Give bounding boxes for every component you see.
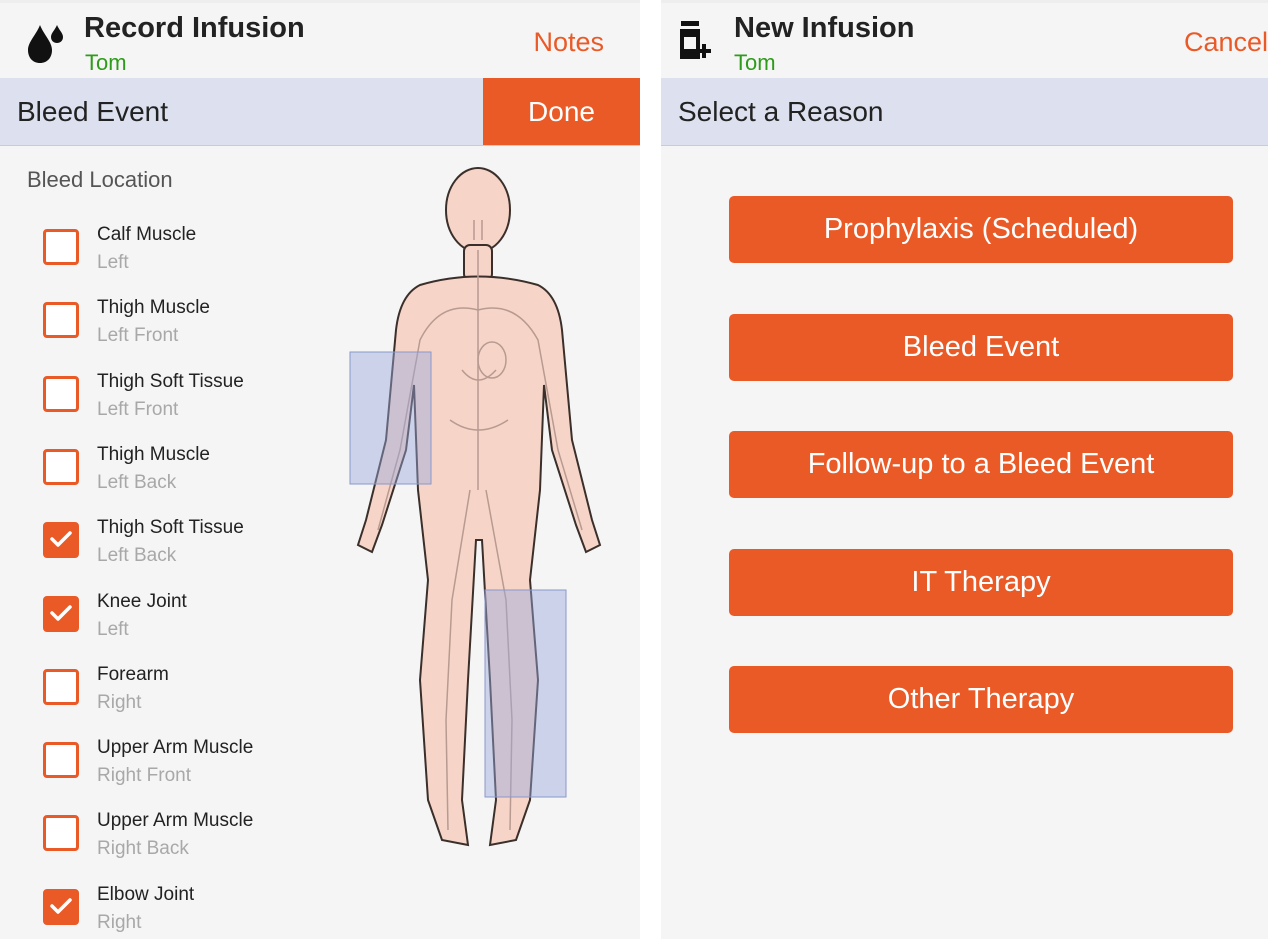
screen-title: Record Infusion [84,12,305,44]
reason-button[interactable]: Other Therapy [729,666,1233,733]
bleed-location-row[interactable]: Thigh Soft Tissue Left Back [0,517,330,587]
checkbox-unchecked[interactable] [43,668,79,705]
record-infusion-screen: Record Infusion Tom Notes Bleed Event Do… [0,0,640,939]
location-side: Left Front [97,398,179,420]
location-name: Thigh Muscle [97,297,210,319]
location-name: Upper Arm Muscle [97,810,254,832]
section-title: Bleed Event [17,96,168,127]
section-header: Bleed Event Done [0,78,640,146]
notes-button[interactable]: Notes [533,27,604,58]
patient-name: Tom [85,50,127,75]
location-side: Left Back [97,471,177,493]
cancel-button[interactable]: Cancel [1184,27,1268,58]
location-side: Left Front [97,325,179,347]
location-name: Calf Muscle [97,224,197,245]
checkbox-unchecked[interactable] [43,448,79,485]
medicine-vial-add-icon [680,21,711,59]
reason-button[interactable]: IT Therapy [729,548,1233,616]
app-bar: New Infusion Tom Cancel [661,0,1268,78]
checkbox-unchecked[interactable] [43,302,79,339]
location-side: Left [97,252,129,273]
screen-title: New Infusion [734,12,915,44]
location-side: Right [97,691,142,713]
reason-button[interactable]: Prophylaxis (Scheduled) [729,196,1233,263]
location-name: Knee Joint [97,590,187,612]
blood-drop-icon [28,25,63,63]
checkbox-checked[interactable] [43,522,79,559]
check-icon [50,604,72,621]
highlight-left-thigh-knee [484,589,567,798]
highlight-right-forearm [349,351,432,485]
location-side: Right Back [97,838,189,860]
checkbox-unchecked[interactable] [43,229,79,265]
bleed-location-row[interactable]: Thigh Muscle Left Back [0,444,330,514]
bleed-location-row[interactable]: Knee Joint Left [0,591,330,661]
check-icon [50,897,72,914]
location-name: Upper Arm Muscle [97,737,254,759]
bleed-location-row[interactable]: Upper Arm Muscle Right Front [0,737,330,807]
location-name: Elbow Joint [97,883,195,905]
body-diagram[interactable] [330,160,635,875]
checkbox-unchecked[interactable] [43,815,79,852]
bleed-location-row[interactable]: Thigh Soft Tissue Left Front [0,371,330,441]
bleed-location-row[interactable]: Thigh Muscle Left Front [0,297,330,367]
location-name: Thigh Soft Tissue [97,517,244,539]
reason-button[interactable]: Bleed Event [729,313,1233,381]
new-infusion-screen: New Infusion Tom Cancel Select a Reason … [661,0,1268,939]
checkbox-unchecked[interactable] [43,742,79,779]
app-bar: Record Infusion Tom Notes [0,0,640,78]
section-header: Select a Reason [661,78,1268,146]
location-side: Right Front [97,765,191,787]
location-side: Left [97,618,129,640]
bleed-location-heading: Bleed Location [27,167,173,192]
location-name: Thigh Soft Tissue [97,370,244,392]
checkbox-checked[interactable] [43,595,79,632]
bleed-location-row[interactable]: Forearm Right [0,664,330,734]
location-name: Thigh Muscle [97,443,210,465]
checkbox-checked[interactable] [43,888,79,925]
location-side: Right [97,911,142,933]
bleed-location-row[interactable]: Calf Muscle Left [0,224,330,294]
patient-name: Tom [734,50,776,75]
check-icon [50,531,72,547]
bleed-location-row[interactable]: Elbow Joint Right [0,884,330,939]
location-name: Forearm [97,663,169,685]
location-side: Left Back [97,545,177,567]
reason-button[interactable]: Follow-up to a Bleed Event [729,431,1233,498]
checkbox-unchecked[interactable] [43,375,79,412]
section-title: Select a Reason [678,96,884,127]
done-button[interactable]: Done [483,78,640,145]
bleed-location-row[interactable]: Upper Arm Muscle Right Back [0,810,330,880]
